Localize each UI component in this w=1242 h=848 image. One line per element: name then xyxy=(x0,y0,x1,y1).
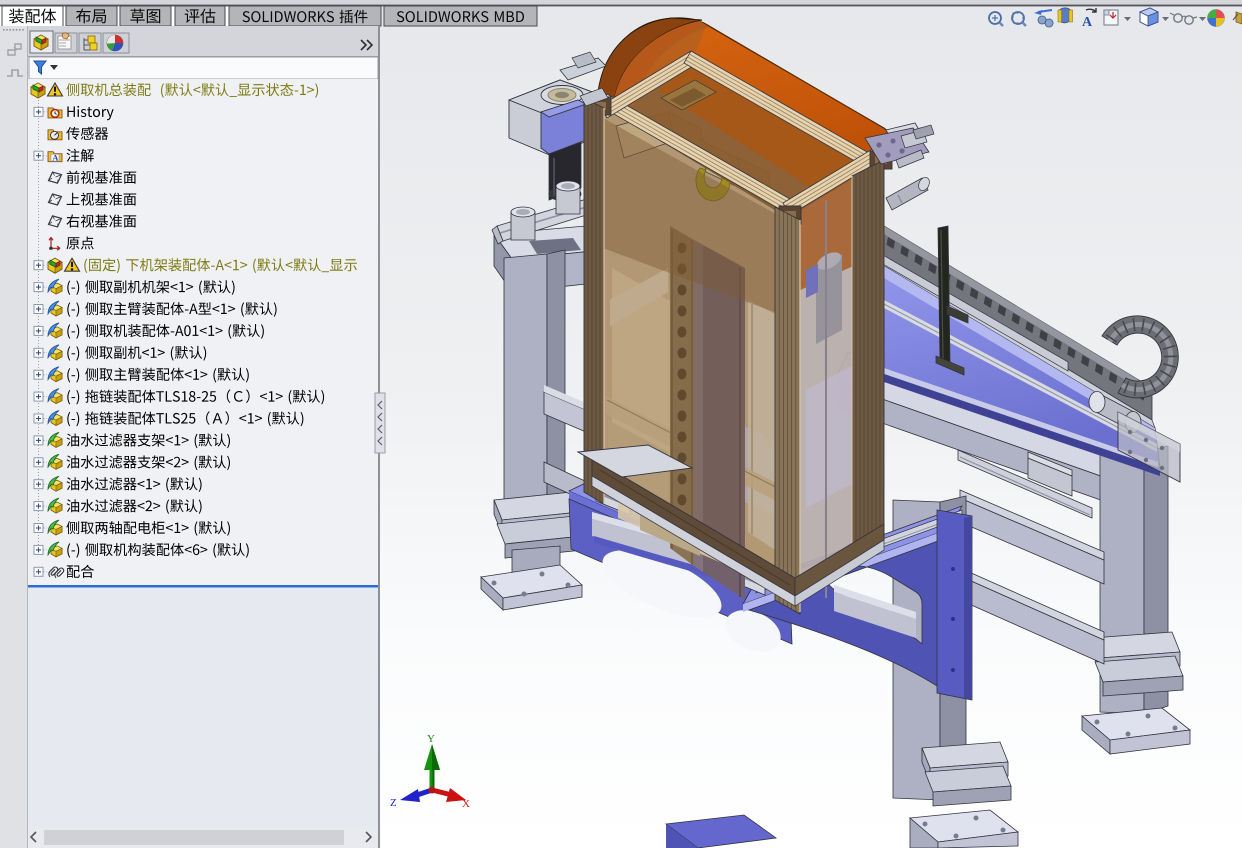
svg-text:Z: Z xyxy=(390,797,397,809)
svg-text:A: A xyxy=(1082,15,1093,30)
svg-text:X: X xyxy=(462,798,470,810)
svg-text:Y: Y xyxy=(427,733,435,745)
